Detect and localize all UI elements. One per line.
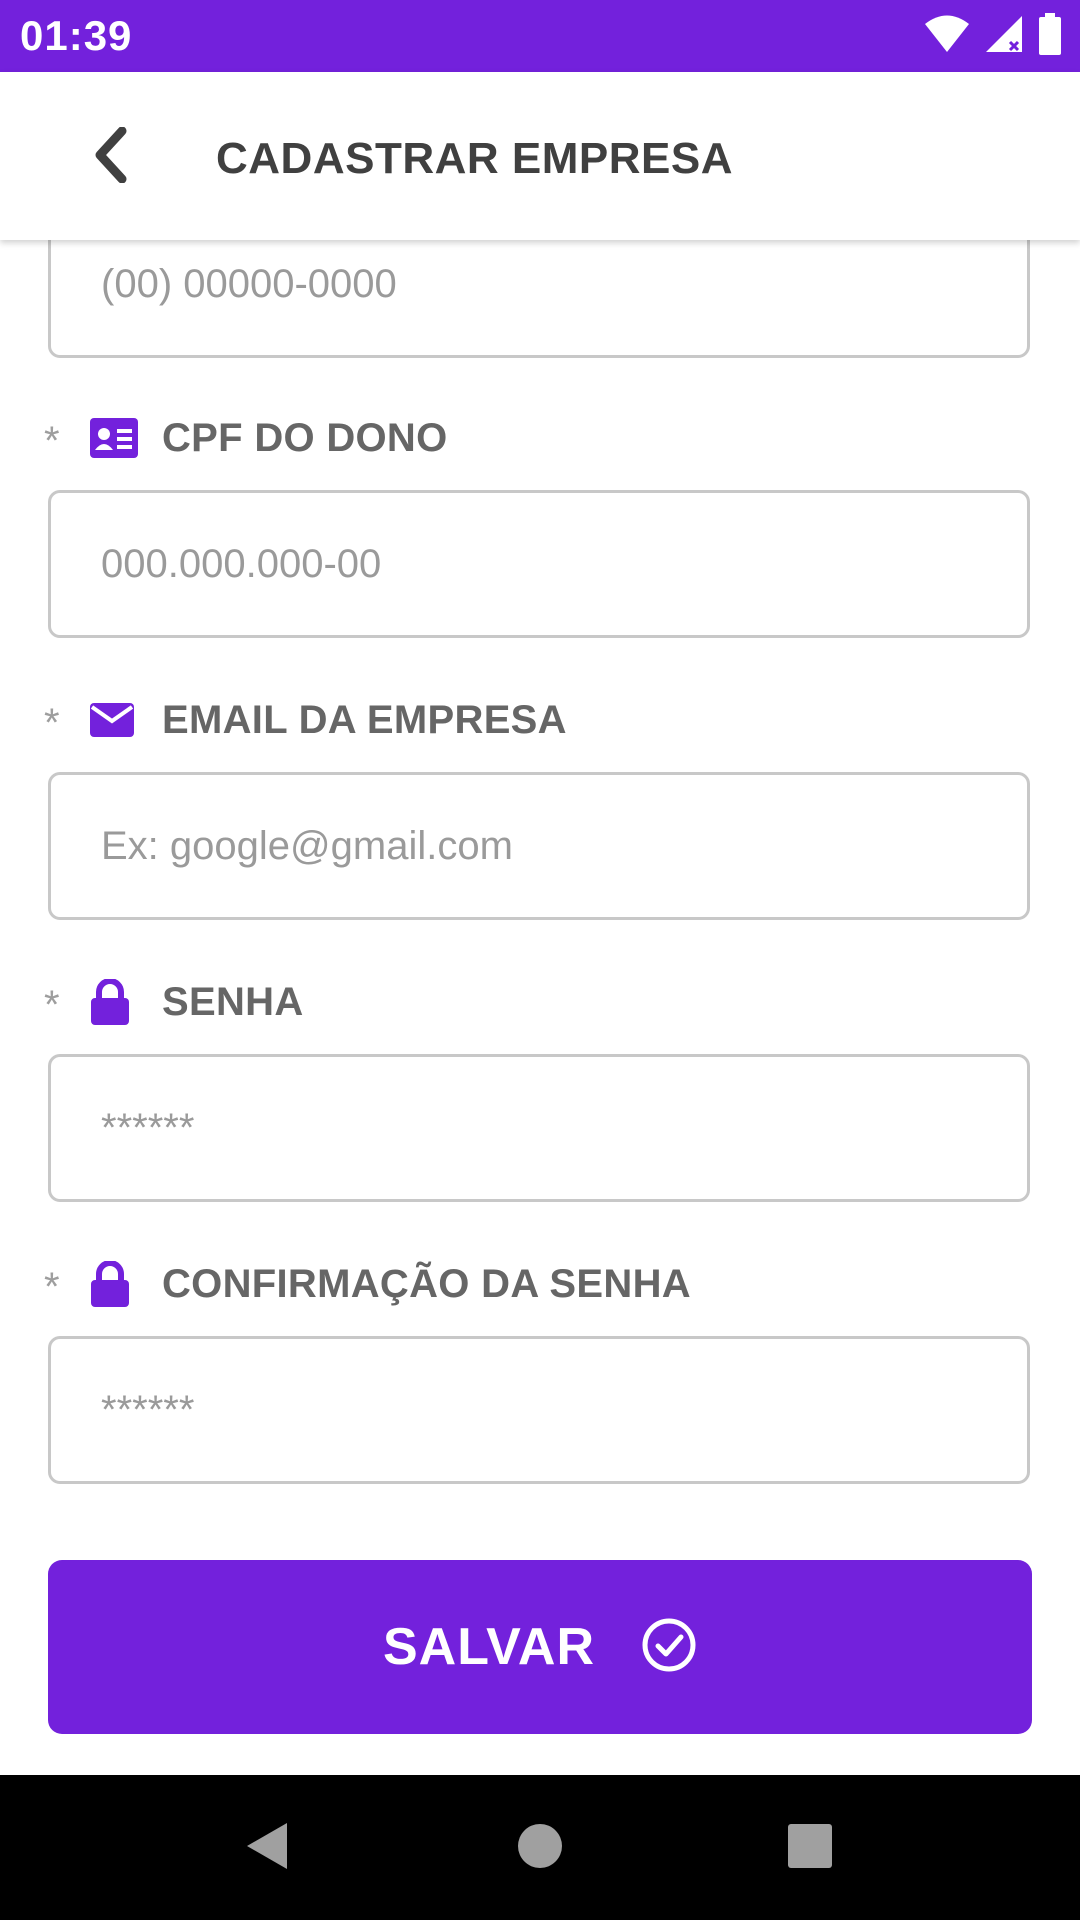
company-email-input[interactable]	[101, 775, 981, 917]
battery-icon	[1038, 12, 1062, 60]
company-email-label-text: EMAIL DA EMPRESA	[162, 697, 567, 742]
company-email-field[interactable]	[48, 772, 1030, 920]
required-mark: *	[44, 700, 60, 745]
password-confirm-field[interactable]	[48, 1336, 1030, 1484]
password-input[interactable]	[101, 1057, 981, 1199]
required-mark: *	[44, 418, 60, 463]
wifi-icon	[924, 15, 970, 58]
owner-cpf-label-text: CPF DO DONO	[162, 415, 448, 460]
phone-field[interactable]	[48, 240, 1030, 358]
form-content[interactable]: * CPF DO DONO * EMAIL DA EMPRESA * SENHA…	[0, 240, 1080, 1775]
system-nav-bar	[0, 1775, 1080, 1920]
lock-icon	[90, 976, 142, 1028]
owner-cpf-label: * CPF DO DONO	[44, 408, 448, 468]
nav-home-button[interactable]	[505, 1813, 575, 1883]
phone-input[interactable]	[101, 240, 981, 355]
chevron-left-icon	[90, 126, 130, 188]
password-label-text: SENHA	[162, 979, 304, 1024]
save-button[interactable]: SALVAR	[48, 1560, 1032, 1734]
save-button-label: SALVAR	[382, 1618, 596, 1676]
triangle-back-icon	[243, 1821, 291, 1876]
required-mark: *	[44, 982, 60, 1027]
status-time: 01:39	[20, 12, 133, 59]
circle-home-icon	[517, 1823, 563, 1874]
password-field[interactable]	[48, 1054, 1030, 1202]
password-confirm-input[interactable]	[101, 1339, 981, 1481]
page-title: CADASTRAR EMPRESA	[216, 134, 733, 183]
owner-cpf-field[interactable]	[48, 490, 1030, 638]
nav-recents-button[interactable]	[775, 1813, 845, 1883]
check-circle-icon	[641, 1617, 697, 1678]
square-recents-icon	[787, 1823, 833, 1874]
required-mark: *	[44, 1264, 60, 1309]
status-icons	[924, 12, 1062, 60]
signal-icon	[984, 14, 1024, 59]
password-confirm-label-text: CONFIRMAÇÃO DA SENHA	[162, 1261, 691, 1306]
lock-icon	[90, 1258, 142, 1310]
password-confirm-label: * CONFIRMAÇÃO DA SENHA	[44, 1254, 691, 1314]
company-email-label: * EMAIL DA EMPRESA	[44, 690, 567, 750]
id-card-icon	[90, 412, 142, 464]
nav-back-button[interactable]	[232, 1813, 302, 1883]
envelope-icon	[90, 694, 142, 746]
status-bar: 01:39	[0, 0, 1080, 72]
back-button[interactable]	[70, 122, 150, 192]
password-label: * SENHA	[44, 972, 304, 1032]
owner-cpf-input[interactable]	[101, 493, 981, 635]
app-bar: CADASTRAR EMPRESA	[0, 72, 1080, 240]
